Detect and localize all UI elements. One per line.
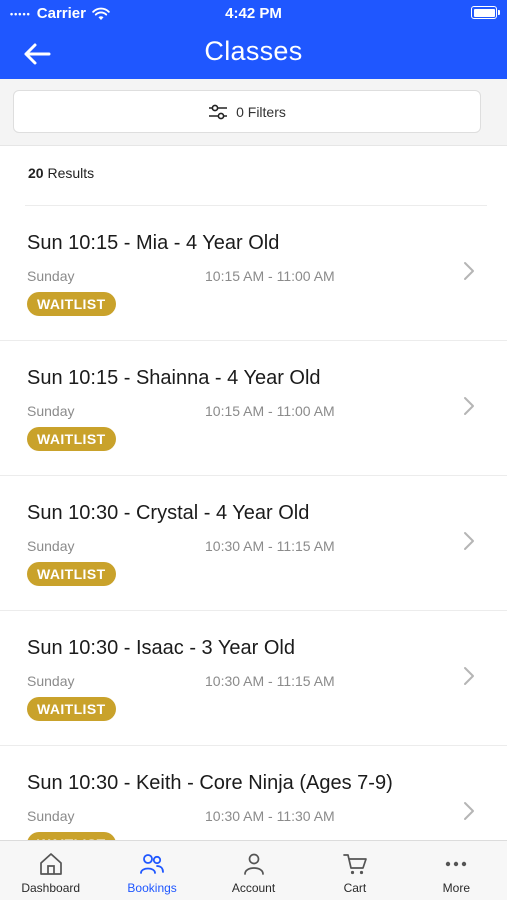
tab-label: Cart — [343, 881, 367, 895]
chevron-right-icon — [464, 802, 474, 820]
results-label: Results — [47, 165, 95, 181]
nav-bar: Classes — [0, 28, 507, 79]
class-row[interactable]: Sun 10:30 - Isaac - 3 Year Old Sunday 10… — [0, 611, 507, 746]
class-time: 10:30 AM - 11:15 AM — [205, 673, 335, 689]
filters-button[interactable]: 0 Filters — [13, 90, 481, 133]
class-title: Sun 10:30 - Crystal - 4 Year Old — [27, 502, 310, 524]
page-title: Classes — [204, 36, 303, 66]
results-count: 20 Results — [28, 165, 94, 181]
more-dots-icon — [446, 861, 467, 867]
class-row[interactable]: Sun 10:30 - Keith - Core Ninja (Ages 7-9… — [0, 746, 507, 840]
class-title: Sun 10:15 - Shainna - 4 Year Old — [27, 367, 321, 389]
tab-more[interactable]: More — [406, 841, 507, 900]
filter-area: 0 Filters — [0, 79, 507, 146]
tab-bar: Dashboard Bookings Account Cart More — [0, 840, 507, 900]
chevron-right-icon — [464, 262, 474, 280]
class-title: Sun 10:15 - Mia - 4 Year Old — [27, 232, 280, 254]
tab-account[interactable]: Account — [203, 841, 304, 900]
class-row[interactable]: Sun 10:30 - Crystal - 4 Year Old Sunday … — [0, 476, 507, 611]
class-day: Sunday — [27, 673, 75, 689]
waitlist-badge: WAITLIST — [27, 697, 116, 721]
tab-label: Account — [231, 881, 276, 895]
chevron-right-icon — [464, 667, 474, 685]
class-time: 10:30 AM - 11:30 AM — [205, 808, 335, 824]
filters-label: 0 Filters — [236, 103, 286, 120]
home-icon — [39, 853, 62, 875]
chevron-right-icon — [464, 397, 474, 415]
tab-dashboard[interactable]: Dashboard — [0, 841, 101, 900]
app-header: ••••• Carrier 4:42 PM Classes — [0, 0, 507, 79]
status-time: 4:42 PM — [225, 5, 282, 22]
results-number: 20 — [28, 165, 44, 181]
chevron-right-icon — [464, 532, 474, 550]
tab-cart[interactable]: Cart — [304, 841, 405, 900]
waitlist-badge: WAITLIST — [27, 292, 116, 316]
battery-icon — [471, 6, 500, 19]
class-time: 10:15 AM - 11:00 AM — [205, 403, 335, 419]
tab-label: Bookings — [127, 881, 177, 895]
class-day: Sunday — [27, 538, 75, 554]
person-icon — [243, 853, 264, 875]
tab-label: More — [442, 881, 470, 895]
class-day: Sunday — [27, 403, 75, 419]
class-title: Sun 10:30 - Isaac - 3 Year Old — [27, 637, 295, 659]
class-day: Sunday — [27, 808, 75, 824]
tab-label: Dashboard — [21, 881, 81, 895]
status-bar: ••••• Carrier 4:42 PM — [0, 0, 507, 28]
class-time: 10:30 AM - 11:15 AM — [205, 538, 335, 554]
sliders-icon — [209, 104, 228, 119]
waitlist-badge: WAITLIST — [27, 427, 116, 451]
class-row[interactable]: Sun 10:15 - Mia - 4 Year Old Sunday 10:1… — [0, 206, 507, 341]
waitlist-badge: WAITLIST — [27, 832, 116, 840]
class-time: 10:15 AM - 11:00 AM — [205, 268, 335, 284]
class-row[interactable]: Sun 10:15 - Shainna - 4 Year Old Sunday … — [0, 341, 507, 476]
tab-bookings[interactable]: Bookings — [101, 841, 202, 900]
cart-icon — [343, 854, 367, 875]
waitlist-badge: WAITLIST — [27, 562, 116, 586]
people-icon — [140, 854, 165, 874]
class-list: Sun 10:15 - Mia - 4 Year Old Sunday 10:1… — [0, 206, 507, 840]
class-day: Sunday — [27, 268, 75, 284]
class-title: Sun 10:30 - Keith - Core Ninja (Ages 7-9… — [27, 772, 393, 794]
